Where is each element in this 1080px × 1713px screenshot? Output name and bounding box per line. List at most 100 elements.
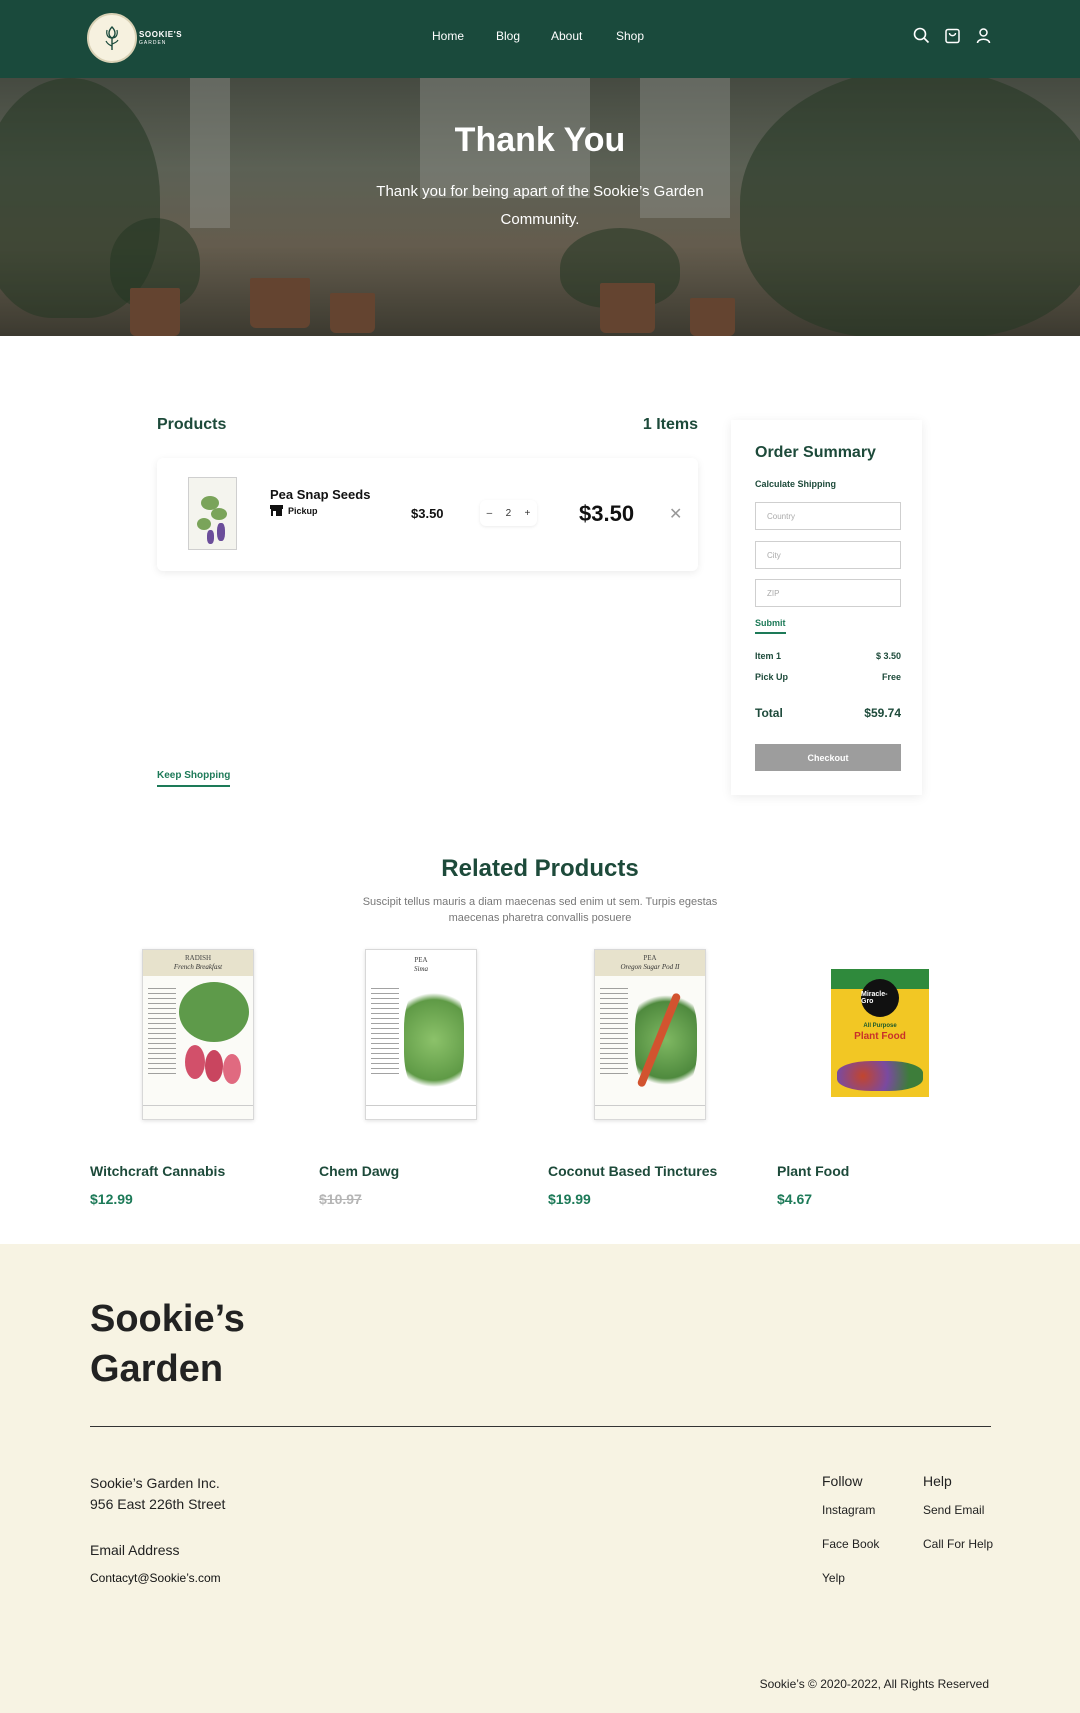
thumb-pod: [217, 523, 225, 541]
packet-text: [148, 988, 176, 1078]
product-card[interactable]: RADISH French Breakfast Witchcraft Canna…: [90, 945, 290, 1215]
keep-shopping-link[interactable]: Keep Shopping: [157, 770, 231, 787]
cart-icon[interactable]: [943, 26, 962, 45]
company-name: Sookie’s Garden Inc.: [90, 1475, 220, 1491]
product-card[interactable]: PEA Sima Chem Dawg $10.97: [319, 945, 519, 1215]
product-name[interactable]: Witchcraft Cannabis: [90, 1163, 225, 1179]
calculate-shipping-label: Calculate Shipping: [755, 479, 837, 489]
total-label: Total: [755, 706, 783, 720]
packet-variety: Oregon Sugar Pod II: [620, 963, 680, 971]
seed-packet-image[interactable]: PEA Oregon Sugar Pod II: [594, 949, 706, 1120]
help-column: Help Send Email Call For Help: [923, 1473, 993, 1571]
total-value: $59.74: [864, 706, 901, 720]
site-header: SOOKIE'S GARDEN Home Blog About Shop: [0, 0, 1080, 78]
store-icon: [270, 505, 283, 516]
box-label1: All Purpose: [863, 1023, 897, 1029]
radish-leaves: [179, 982, 249, 1042]
email-link[interactable]: Contacyt@Sookie’s.com: [90, 1571, 221, 1585]
packet-variety: French Breakfast: [173, 963, 223, 971]
help-heading: Help: [923, 1473, 952, 1489]
product-price: $10.97: [319, 1191, 362, 1207]
facebook-link[interactable]: Face Book: [822, 1537, 879, 1551]
footer-brand-line1: Sookie’s: [90, 1298, 245, 1340]
summary-item-row: Item 1 $ 3.50: [755, 651, 901, 661]
cart-item: Pea Snap Seeds Pickup $3.50 – 2 + $3.50 …: [157, 458, 698, 571]
product-price: $12.99: [90, 1191, 133, 1207]
call-for-help-link[interactable]: Call For Help: [923, 1537, 993, 1551]
city-field[interactable]: [755, 541, 901, 569]
follow-heading: Follow: [822, 1473, 863, 1489]
increase-button[interactable]: +: [524, 508, 530, 519]
footer-address: Sookie’s Garden Inc. 956 East 226th Stre…: [90, 1473, 225, 1515]
radish-root: [223, 1054, 241, 1084]
quantity-stepper: – 2 +: [480, 500, 537, 526]
product-card[interactable]: Miracle-Gro All Purpose Plant Food Plant…: [777, 945, 977, 1215]
close-icon[interactable]: ✕: [669, 504, 682, 524]
packet-title: PEA: [414, 956, 428, 964]
product-name[interactable]: Coconut Based Tinctures: [548, 1163, 717, 1179]
hero-title: Thank You: [454, 121, 626, 159]
user-icon[interactable]: [974, 26, 993, 45]
fulfillment-method: Pickup: [270, 505, 318, 516]
follow-column: Follow Instagram Face Book Yelp: [822, 1473, 879, 1605]
summary-pickup-row: Pick Up Free: [755, 672, 901, 682]
product-thumbnail[interactable]: [188, 477, 237, 550]
packet-text: [371, 988, 399, 1078]
footer-brand: Sookie’s Garden: [90, 1294, 245, 1394]
related-subtitle: Suscipit tellus mauris a diam maecenas s…: [362, 896, 718, 924]
product-price: $19.99: [548, 1191, 591, 1207]
yelp-link[interactable]: Yelp: [822, 1571, 879, 1585]
packet-footer: [366, 1105, 476, 1119]
email-heading: Email Address: [90, 1542, 180, 1558]
product-name[interactable]: Plant Food: [777, 1163, 849, 1179]
instagram-link[interactable]: Instagram: [822, 1503, 879, 1517]
summary-total-row: Total $59.74: [755, 706, 901, 720]
item-total: $3.50: [579, 501, 635, 526]
product-name[interactable]: Chem Dawg: [319, 1163, 399, 1179]
street-address: 956 East 226th Street: [90, 1496, 226, 1512]
nav-shop[interactable]: Shop: [616, 29, 644, 43]
item-label: Item 1: [755, 651, 782, 661]
packet-title: PEA: [643, 954, 657, 962]
product-price: $4.67: [777, 1191, 813, 1207]
nav-home[interactable]: Home: [432, 29, 464, 43]
submit-button[interactable]: Submit: [755, 618, 786, 634]
seed-packet-image[interactable]: RADISH French Breakfast: [142, 949, 254, 1120]
radish-root: [205, 1050, 223, 1082]
zip-field[interactable]: [755, 579, 901, 607]
packet-footer: [143, 1105, 253, 1119]
pickup-label: Pick Up: [755, 672, 789, 682]
item-value: $ 3.50: [875, 651, 901, 661]
seed-packet-image[interactable]: PEA Sima: [365, 949, 477, 1120]
packet-variety: Sima: [414, 965, 428, 973]
unit-price: $3.50: [411, 506, 444, 521]
search-icon[interactable]: [912, 26, 931, 45]
products-heading: Products: [157, 416, 227, 433]
quantity-value: 2: [505, 507, 512, 519]
footer-divider: [90, 1426, 991, 1427]
summary-title: Order Summary: [755, 444, 876, 461]
nav-about[interactable]: About: [551, 29, 582, 43]
nav-blog[interactable]: Blog: [496, 29, 520, 43]
header-icons: [912, 26, 993, 45]
packet-text: [600, 988, 628, 1078]
related-title: Related Products: [441, 855, 639, 882]
pea-vine: [404, 980, 464, 1100]
radish-root: [185, 1045, 205, 1079]
country-field[interactable]: [755, 502, 901, 530]
product-card[interactable]: PEA Oregon Sugar Pod II Coconut Based Ti…: [548, 945, 748, 1215]
checkout-button[interactable]: Checkout: [755, 744, 901, 771]
decrease-button[interactable]: –: [487, 508, 493, 519]
thumb-leaf: [211, 508, 227, 520]
copyright: Sookie’s © 2020-2022, All Rights Reserve…: [759, 1677, 989, 1691]
miracle-gro-logo: Miracle-Gro: [861, 979, 899, 1017]
flowers-art: [837, 1061, 923, 1091]
site-footer: Sookie’s Garden Sookie’s Garden Inc. 956…: [0, 1244, 1080, 1713]
send-email-link[interactable]: Send Email: [923, 1503, 993, 1517]
pickup-value: Free: [881, 672, 901, 682]
thumb-leaf: [197, 518, 211, 530]
plant-food-box-image[interactable]: Miracle-Gro All Purpose Plant Food: [831, 969, 929, 1097]
thumb-pod: [207, 530, 214, 544]
items-count: 1 Items: [642, 416, 698, 433]
item-name: Pea Snap Seeds: [270, 487, 371, 502]
